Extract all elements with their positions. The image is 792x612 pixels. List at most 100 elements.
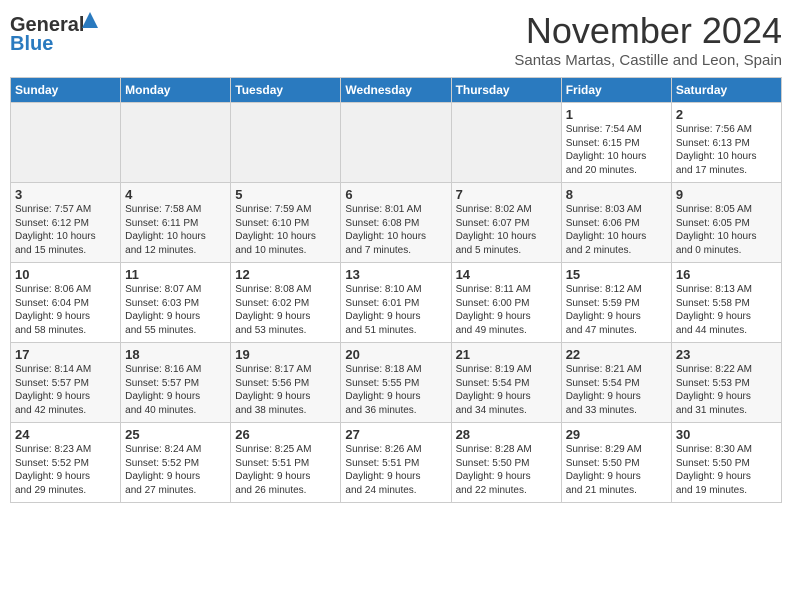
calendar-cell: 23Sunrise: 8:22 AM Sunset: 5:53 PM Dayli… bbox=[671, 343, 781, 423]
calendar-cell: 17Sunrise: 8:14 AM Sunset: 5:57 PM Dayli… bbox=[11, 343, 121, 423]
day-number: 14 bbox=[456, 267, 557, 282]
day-number: 21 bbox=[456, 347, 557, 362]
day-info: Sunrise: 8:08 AM Sunset: 6:02 PM Dayligh… bbox=[235, 283, 336, 337]
day-info: Sunrise: 8:12 AM Sunset: 5:59 PM Dayligh… bbox=[566, 283, 667, 337]
day-info: Sunrise: 8:14 AM Sunset: 5:57 PM Dayligh… bbox=[15, 363, 116, 417]
calendar-cell: 24Sunrise: 8:23 AM Sunset: 5:52 PM Dayli… bbox=[11, 423, 121, 503]
day-info: Sunrise: 8:28 AM Sunset: 5:50 PM Dayligh… bbox=[456, 443, 557, 497]
calendar-cell bbox=[11, 103, 121, 183]
day-info: Sunrise: 7:58 AM Sunset: 6:11 PM Dayligh… bbox=[125, 203, 226, 257]
day-number: 30 bbox=[676, 427, 777, 442]
weekday-header-row: SundayMondayTuesdayWednesdayThursdayFrid… bbox=[11, 78, 782, 103]
day-info: Sunrise: 8:23 AM Sunset: 5:52 PM Dayligh… bbox=[15, 443, 116, 497]
calendar-cell: 18Sunrise: 8:16 AM Sunset: 5:57 PM Dayli… bbox=[121, 343, 231, 423]
header: General Blue November 2024 Santas Martas… bbox=[10, 10, 782, 69]
logo-general: General bbox=[10, 14, 84, 36]
day-number: 9 bbox=[676, 187, 777, 202]
day-number: 23 bbox=[676, 347, 777, 362]
day-info: Sunrise: 8:05 AM Sunset: 6:05 PM Dayligh… bbox=[676, 203, 777, 257]
location-title: Santas Martas, Castille and Leon, Spain bbox=[514, 52, 782, 69]
day-number: 7 bbox=[456, 187, 557, 202]
calendar-cell: 2Sunrise: 7:56 AM Sunset: 6:13 PM Daylig… bbox=[671, 103, 781, 183]
calendar-cell: 30Sunrise: 8:30 AM Sunset: 5:50 PM Dayli… bbox=[671, 423, 781, 503]
day-number: 1 bbox=[566, 107, 667, 122]
day-number: 18 bbox=[125, 347, 226, 362]
day-info: Sunrise: 8:07 AM Sunset: 6:03 PM Dayligh… bbox=[125, 283, 226, 337]
logo-triangle-icon bbox=[82, 12, 98, 28]
day-number: 13 bbox=[345, 267, 446, 282]
day-number: 27 bbox=[345, 427, 446, 442]
day-number: 15 bbox=[566, 267, 667, 282]
calendar-cell: 3Sunrise: 7:57 AM Sunset: 6:12 PM Daylig… bbox=[11, 183, 121, 263]
day-number: 28 bbox=[456, 427, 557, 442]
weekday-header-monday: Monday bbox=[121, 78, 231, 103]
calendar-cell: 13Sunrise: 8:10 AM Sunset: 6:01 PM Dayli… bbox=[341, 263, 451, 343]
month-title: November 2024 bbox=[514, 10, 782, 52]
day-number: 29 bbox=[566, 427, 667, 442]
calendar-cell: 21Sunrise: 8:19 AM Sunset: 5:54 PM Dayli… bbox=[451, 343, 561, 423]
day-number: 11 bbox=[125, 267, 226, 282]
day-info: Sunrise: 7:54 AM Sunset: 6:15 PM Dayligh… bbox=[566, 123, 667, 177]
day-number: 3 bbox=[15, 187, 116, 202]
day-number: 17 bbox=[15, 347, 116, 362]
day-info: Sunrise: 8:13 AM Sunset: 5:58 PM Dayligh… bbox=[676, 283, 777, 337]
calendar-week-row: 3Sunrise: 7:57 AM Sunset: 6:12 PM Daylig… bbox=[11, 183, 782, 263]
calendar-cell: 25Sunrise: 8:24 AM Sunset: 5:52 PM Dayli… bbox=[121, 423, 231, 503]
day-number: 6 bbox=[345, 187, 446, 202]
title-area: November 2024 Santas Martas, Castille an… bbox=[514, 10, 782, 69]
calendar-cell: 10Sunrise: 8:06 AM Sunset: 6:04 PM Dayli… bbox=[11, 263, 121, 343]
calendar-cell: 12Sunrise: 8:08 AM Sunset: 6:02 PM Dayli… bbox=[231, 263, 341, 343]
day-info: Sunrise: 8:24 AM Sunset: 5:52 PM Dayligh… bbox=[125, 443, 226, 497]
day-number: 20 bbox=[345, 347, 446, 362]
calendar-cell: 27Sunrise: 8:26 AM Sunset: 5:51 PM Dayli… bbox=[341, 423, 451, 503]
weekday-header-saturday: Saturday bbox=[671, 78, 781, 103]
calendar-cell: 26Sunrise: 8:25 AM Sunset: 5:51 PM Dayli… bbox=[231, 423, 341, 503]
calendar-table: SundayMondayTuesdayWednesdayThursdayFrid… bbox=[10, 77, 782, 503]
day-number: 5 bbox=[235, 187, 336, 202]
day-number: 25 bbox=[125, 427, 226, 442]
day-info: Sunrise: 8:17 AM Sunset: 5:56 PM Dayligh… bbox=[235, 363, 336, 417]
calendar-week-row: 10Sunrise: 8:06 AM Sunset: 6:04 PM Dayli… bbox=[11, 263, 782, 343]
day-number: 24 bbox=[15, 427, 116, 442]
weekday-header-sunday: Sunday bbox=[11, 78, 121, 103]
day-number: 22 bbox=[566, 347, 667, 362]
calendar-cell: 4Sunrise: 7:58 AM Sunset: 6:11 PM Daylig… bbox=[121, 183, 231, 263]
day-number: 26 bbox=[235, 427, 336, 442]
day-info: Sunrise: 8:11 AM Sunset: 6:00 PM Dayligh… bbox=[456, 283, 557, 337]
day-info: Sunrise: 7:59 AM Sunset: 6:10 PM Dayligh… bbox=[235, 203, 336, 257]
day-info: Sunrise: 8:22 AM Sunset: 5:53 PM Dayligh… bbox=[676, 363, 777, 417]
calendar-cell: 1Sunrise: 7:54 AM Sunset: 6:15 PM Daylig… bbox=[561, 103, 671, 183]
calendar-week-row: 24Sunrise: 8:23 AM Sunset: 5:52 PM Dayli… bbox=[11, 423, 782, 503]
calendar-cell bbox=[121, 103, 231, 183]
day-info: Sunrise: 8:16 AM Sunset: 5:57 PM Dayligh… bbox=[125, 363, 226, 417]
day-info: Sunrise: 7:57 AM Sunset: 6:12 PM Dayligh… bbox=[15, 203, 116, 257]
calendar-cell: 9Sunrise: 8:05 AM Sunset: 6:05 PM Daylig… bbox=[671, 183, 781, 263]
weekday-header-friday: Friday bbox=[561, 78, 671, 103]
day-info: Sunrise: 7:56 AM Sunset: 6:13 PM Dayligh… bbox=[676, 123, 777, 177]
day-info: Sunrise: 8:30 AM Sunset: 5:50 PM Dayligh… bbox=[676, 443, 777, 497]
calendar-cell: 8Sunrise: 8:03 AM Sunset: 6:06 PM Daylig… bbox=[561, 183, 671, 263]
calendar-cell: 16Sunrise: 8:13 AM Sunset: 5:58 PM Dayli… bbox=[671, 263, 781, 343]
day-info: Sunrise: 8:06 AM Sunset: 6:04 PM Dayligh… bbox=[15, 283, 116, 337]
day-info: Sunrise: 8:29 AM Sunset: 5:50 PM Dayligh… bbox=[566, 443, 667, 497]
weekday-header-wednesday: Wednesday bbox=[341, 78, 451, 103]
calendar-cell bbox=[231, 103, 341, 183]
calendar-cell: 29Sunrise: 8:29 AM Sunset: 5:50 PM Dayli… bbox=[561, 423, 671, 503]
calendar-cell: 15Sunrise: 8:12 AM Sunset: 5:59 PM Dayli… bbox=[561, 263, 671, 343]
day-info: Sunrise: 8:26 AM Sunset: 5:51 PM Dayligh… bbox=[345, 443, 446, 497]
day-number: 10 bbox=[15, 267, 116, 282]
day-number: 12 bbox=[235, 267, 336, 282]
day-info: Sunrise: 8:03 AM Sunset: 6:06 PM Dayligh… bbox=[566, 203, 667, 257]
day-number: 19 bbox=[235, 347, 336, 362]
day-number: 16 bbox=[676, 267, 777, 282]
calendar-cell: 19Sunrise: 8:17 AM Sunset: 5:56 PM Dayli… bbox=[231, 343, 341, 423]
calendar-cell: 7Sunrise: 8:02 AM Sunset: 6:07 PM Daylig… bbox=[451, 183, 561, 263]
day-number: 4 bbox=[125, 187, 226, 202]
calendar-cell: 22Sunrise: 8:21 AM Sunset: 5:54 PM Dayli… bbox=[561, 343, 671, 423]
day-info: Sunrise: 8:19 AM Sunset: 5:54 PM Dayligh… bbox=[456, 363, 557, 417]
calendar-cell: 6Sunrise: 8:01 AM Sunset: 6:08 PM Daylig… bbox=[341, 183, 451, 263]
day-info: Sunrise: 8:21 AM Sunset: 5:54 PM Dayligh… bbox=[566, 363, 667, 417]
calendar-week-row: 1Sunrise: 7:54 AM Sunset: 6:15 PM Daylig… bbox=[11, 103, 782, 183]
calendar-cell: 20Sunrise: 8:18 AM Sunset: 5:55 PM Dayli… bbox=[341, 343, 451, 423]
day-info: Sunrise: 8:18 AM Sunset: 5:55 PM Dayligh… bbox=[345, 363, 446, 417]
